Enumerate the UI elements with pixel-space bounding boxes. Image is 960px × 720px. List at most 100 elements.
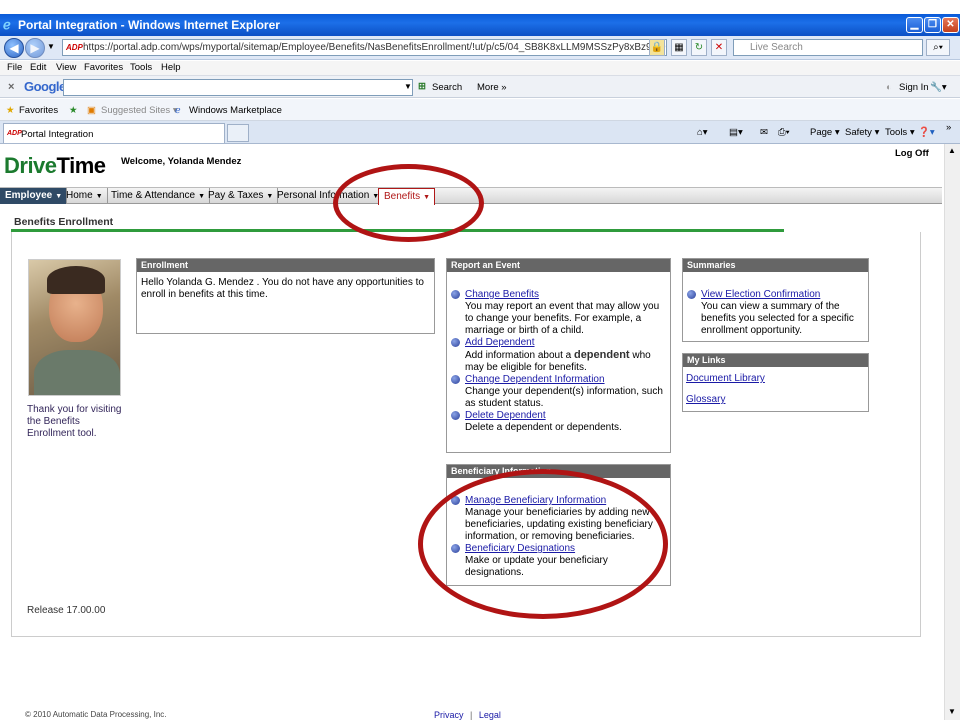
- stop-icon[interactable]: ✕: [711, 39, 727, 56]
- google-logo[interactable]: Google: [24, 79, 66, 94]
- enrollment-panel: Enrollment Hello Yolanda G. Mendez . You…: [136, 258, 435, 334]
- tab-bar: ADP Portal Integration ⌂▾ ▤▾ ✉ ⎙▾ Page ▾…: [0, 121, 960, 144]
- tools-menu[interactable]: Tools ▾: [885, 127, 915, 138]
- google-search-input[interactable]: [63, 79, 413, 96]
- favorites-button[interactable]: Favorites: [19, 105, 58, 116]
- copyright-footer: © 2010 Automatic Data Processing, Inc.: [25, 710, 167, 719]
- adp-site-icon: ADP: [66, 43, 83, 52]
- chevron-more-icon[interactable]: »: [946, 122, 951, 133]
- windows-marketplace-link[interactable]: Windows Marketplace: [189, 105, 282, 116]
- live-search-input[interactable]: Live Search: [733, 39, 923, 56]
- chevron-down-icon: ▼: [95, 193, 103, 200]
- thanks-message: Thank you for visiting the Benefits Enro…: [27, 404, 122, 439]
- google-dropdown-icon[interactable]: ▼: [404, 82, 412, 91]
- url-text: https://portal.adp.com/wps/myportal/site…: [83, 42, 666, 53]
- menu-bar: File Edit View Favorites Tools Help: [0, 61, 960, 75]
- google-toolbar-close-icon[interactable]: ×: [8, 81, 14, 93]
- footer-links: Privacy | Legal: [434, 710, 501, 720]
- menu-tools[interactable]: Tools: [130, 62, 152, 73]
- nav-home[interactable]: Home ▼: [61, 188, 108, 204]
- document-library-link[interactable]: Document Library: [686, 373, 862, 385]
- add-dependent-link[interactable]: Add Dependent: [465, 337, 535, 348]
- nav-pay-taxes[interactable]: Pay & Taxes ▼: [203, 188, 279, 204]
- feeds-icon[interactable]: ▤▾: [729, 127, 743, 138]
- nav-time-label: Time & Attendance: [111, 190, 196, 201]
- add-dependent-desc-a: Add information about a: [465, 350, 574, 361]
- legal-link[interactable]: Legal: [479, 710, 501, 720]
- wrench-icon[interactable]: 🔧▾: [930, 82, 947, 93]
- menu-view[interactable]: View: [56, 62, 76, 73]
- safety-menu[interactable]: Safety ▾: [845, 127, 879, 138]
- menu-edit[interactable]: Edit: [30, 62, 46, 73]
- marketplace-icon: ℯ: [175, 105, 181, 116]
- drivetime-logo: DriveTime: [4, 153, 106, 179]
- menu-file[interactable]: File: [7, 62, 22, 73]
- vertical-scrollbar[interactable]: ▲ ▼: [944, 144, 960, 720]
- add-favorite-icon[interactable]: ★: [69, 105, 78, 116]
- scroll-up-icon[interactable]: ▲: [948, 146, 956, 155]
- summaries-panel: Summaries View Election Confirmation You…: [682, 258, 869, 342]
- bullet-icon: [451, 290, 460, 299]
- address-bar: ◀ ▶ ▼ ADP https://portal.adp.com/wps/myp…: [0, 36, 960, 60]
- nav-pay-label: Pay & Taxes: [208, 190, 264, 201]
- nav-employee-label: Employee: [5, 190, 53, 201]
- delete-dependent-link[interactable]: Delete Dependent: [465, 410, 546, 421]
- sign-in-icon: ◐: [886, 82, 892, 93]
- list-item: Add Dependent: [451, 337, 664, 349]
- report-event-header: Report an Event: [447, 259, 670, 272]
- bullet-icon: [687, 290, 696, 299]
- lock-icon[interactable]: 🔒: [649, 39, 665, 56]
- footer-separator: |: [470, 710, 473, 720]
- change-dependent-desc: Change your dependent(s) information, su…: [465, 386, 663, 409]
- bullet-icon: [451, 411, 460, 420]
- change-dependent-link[interactable]: Change Dependent Information: [465, 374, 605, 385]
- report-event-panel: Report an Event Change Benefits You may …: [446, 258, 671, 453]
- maximize-icon[interactable]: ❐: [924, 17, 941, 33]
- scroll-down-icon[interactable]: ▼: [948, 707, 956, 716]
- photo-hair: [47, 266, 105, 294]
- nav-time-attendance[interactable]: Time & Attendance ▼: [106, 188, 211, 204]
- window-title: Portal Integration - Windows Internet Ex…: [18, 18, 280, 32]
- print-icon[interactable]: ⎙▾: [778, 127, 790, 138]
- refresh-icon[interactable]: ↻: [691, 39, 707, 56]
- log-off-link[interactable]: Log Off: [895, 148, 929, 159]
- privacy-link[interactable]: Privacy: [434, 710, 464, 720]
- list-item: Change Benefits: [451, 289, 664, 301]
- google-sign-in-button[interactable]: Sign In: [899, 82, 929, 93]
- view-election-confirmation-link[interactable]: View Election Confirmation: [701, 289, 820, 300]
- history-dropdown-icon[interactable]: ▼: [47, 42, 55, 51]
- favorites-star-icon: ★: [6, 105, 15, 116]
- suggested-sites-link[interactable]: Suggested Sites ▾: [101, 105, 178, 116]
- window-title-bar: ℯ Portal Integration - Windows Internet …: [0, 14, 960, 36]
- bullet-icon: [451, 375, 460, 384]
- search-icon[interactable]: ⌕▾: [926, 39, 950, 56]
- forward-icon[interactable]: ▶: [25, 38, 45, 58]
- menu-help[interactable]: Help: [161, 62, 181, 73]
- url-field[interactable]: ADP https://portal.adp.com/wps/myportal/…: [62, 39, 667, 56]
- logo-part-drive: Drive: [4, 153, 57, 178]
- help-icon[interactable]: ❓▾: [918, 127, 935, 138]
- tab-portal-integration[interactable]: ADP Portal Integration: [3, 123, 225, 143]
- tab-label: Portal Integration: [21, 129, 94, 140]
- google-more-button[interactable]: More »: [477, 82, 507, 93]
- back-icon[interactable]: ◀: [4, 38, 24, 58]
- page-menu[interactable]: Page ▾: [810, 127, 840, 138]
- list-item: View Election Confirmation: [687, 289, 862, 301]
- list-item: Delete Dependent: [451, 410, 664, 422]
- compatibility-icon[interactable]: ▦: [671, 39, 687, 56]
- glossary-link[interactable]: Glossary: [686, 394, 862, 406]
- nav-employee[interactable]: Employee ▼: [0, 188, 68, 204]
- google-search-button[interactable]: Search: [432, 82, 462, 93]
- ie-logo-icon: ℯ: [3, 17, 11, 32]
- release-version: Release 17.00.00: [27, 605, 106, 616]
- google-toolbar: × Google ▼ ⊞ Search More » ◐ Sign In 🔧▾: [0, 75, 960, 98]
- view-election-desc: You can view a summary of the benefits y…: [701, 301, 854, 336]
- home-icon[interactable]: ⌂▾: [697, 127, 708, 138]
- minimize-icon[interactable]: ▁: [906, 17, 923, 33]
- change-benefits-link[interactable]: Change Benefits: [465, 289, 539, 300]
- new-tab-button[interactable]: [227, 124, 249, 142]
- page-content: DriveTime Welcome, Yolanda Mendez Log Of…: [0, 144, 944, 720]
- close-icon[interactable]: ✕: [942, 17, 959, 33]
- mail-icon[interactable]: ✉: [760, 127, 768, 138]
- menu-favorites[interactable]: Favorites: [84, 62, 123, 73]
